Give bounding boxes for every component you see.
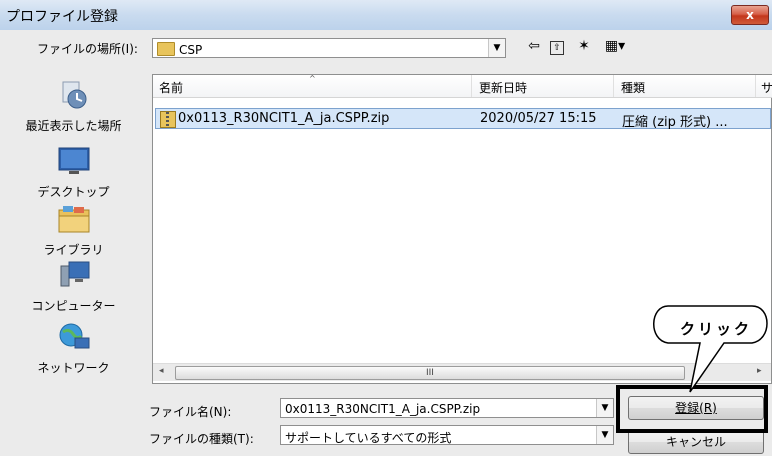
place-network[interactable]: ネットワーク <box>0 322 147 376</box>
view-menu-icon[interactable]: ▦▾ <box>600 38 630 54</box>
place-libraries-label: ライブラリ <box>43 243 104 257</box>
look-in-combo[interactable]: CSP ▼ <box>152 38 506 58</box>
chevron-down-icon[interactable]: ▼ <box>596 399 613 417</box>
up-folder-icon[interactable]: ⇧ <box>550 41 564 55</box>
cancel-button[interactable]: キャンセル <box>628 430 764 454</box>
file-type: 圧縮 (zip 形式) ... <box>622 115 728 130</box>
scroll-grip-icon: III <box>426 368 434 378</box>
filetype-label: ファイルの種類(T): <box>149 432 254 446</box>
place-network-label: ネットワーク <box>37 361 110 375</box>
chevron-down-icon[interactable]: ▼ <box>488 39 505 57</box>
filetype-value: サポートしているすべての形式 <box>285 431 452 445</box>
network-icon <box>59 323 89 349</box>
place-recent-label: 最近表示した場所 <box>25 119 122 133</box>
click-annotation: クリック <box>680 320 753 338</box>
folder-icon <box>157 42 175 56</box>
column-modified[interactable]: 更新日時 <box>479 79 527 96</box>
column-type[interactable]: 種類 <box>621 79 645 96</box>
filename-input[interactable]: 0x0113_R30NCIT1_A_ja.CSPP.zip ▼ <box>280 398 614 418</box>
horizontal-scrollbar[interactable]: ◂ III ▸ <box>153 363 771 381</box>
file-modified: 2020/05/27 15:15 <box>480 111 597 126</box>
recent-places-icon <box>62 81 86 109</box>
scroll-thumb[interactable]: III <box>175 366 685 380</box>
close-button[interactable]: x <box>731 5 769 25</box>
place-libraries[interactable]: ライブラリ <box>0 204 147 258</box>
place-desktop-label: デスクトップ <box>37 185 110 199</box>
place-computer[interactable]: コンピューター <box>0 260 147 314</box>
table-row[interactable]: 0x0113_R30NCIT1_A_ja.CSPP.zip 2020/05/27… <box>155 108 771 130</box>
column-size[interactable]: サ <box>761 79 772 96</box>
libraries-icon <box>58 206 89 233</box>
highlight-frame <box>616 385 768 433</box>
file-list[interactable]: ^ 名前 更新日時 種類 サ 0x0113_R30NCIT1_A_ja.CSPP… <box>152 74 772 384</box>
new-folder-icon[interactable]: ✶ <box>574 38 594 54</box>
column-name[interactable]: 名前 <box>159 79 183 96</box>
title-bar: プロファイル登録 x <box>0 0 772 30</box>
zip-folder-icon <box>160 111 176 128</box>
place-computer-label: コンピューター <box>31 299 116 313</box>
file-name: 0x0113_R30NCIT1_A_ja.CSPP.zip <box>178 111 390 126</box>
chevron-down-icon[interactable]: ▼ <box>596 426 613 444</box>
scroll-left-icon[interactable]: ◂ <box>159 366 164 376</box>
place-recent[interactable]: 最近表示した場所 <box>0 80 147 134</box>
scroll-right-icon[interactable]: ▸ <box>757 366 762 376</box>
sort-caret-icon: ^ <box>309 74 316 83</box>
back-icon[interactable]: ⇦ <box>524 38 544 54</box>
places-bar: 最近表示した場所 デスクトップ ライブラリ コンピューター ネットワーク <box>0 74 147 384</box>
desktop-icon <box>58 147 89 174</box>
place-desktop[interactable]: デスクトップ <box>0 146 147 200</box>
look-in-value: CSP <box>179 43 203 57</box>
file-dialog-window: プロファイル登録 x ファイルの場所(I): CSP ▼ ⇦ ⇧ ✶ ▦▾ 最近… <box>0 0 772 456</box>
look-in-label: ファイルの場所(I): <box>37 42 138 56</box>
filename-value: 0x0113_R30NCIT1_A_ja.CSPP.zip <box>285 402 481 416</box>
computer-icon <box>60 261 89 287</box>
column-header-row: ^ 名前 更新日時 種類 サ <box>153 74 772 98</box>
filename-label: ファイル名(N): <box>149 405 232 419</box>
filetype-select[interactable]: サポートしているすべての形式 ▼ <box>280 425 614 445</box>
window-title: プロファイル登録 <box>6 9 118 25</box>
